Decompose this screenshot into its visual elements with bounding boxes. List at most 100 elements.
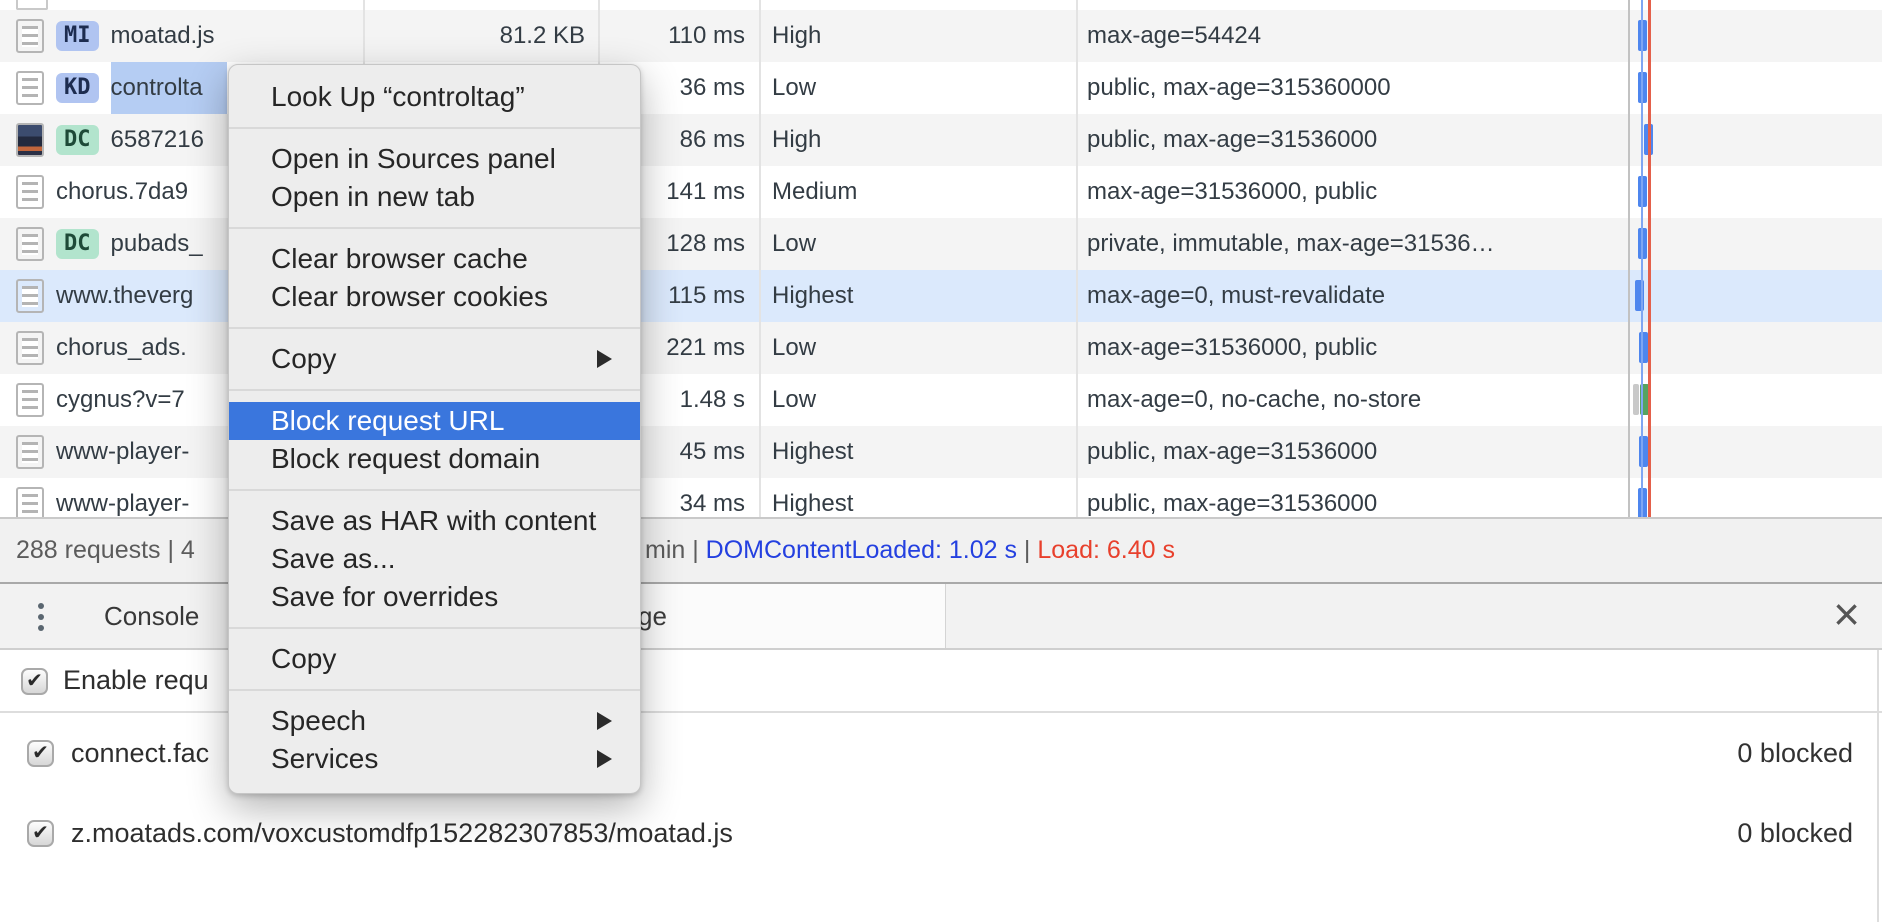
domcontentloaded-marker-line [1641,0,1643,517]
request-name: controlta [111,62,227,114]
summary-separator: | [1017,536,1037,564]
enable-request-blocking-checkbox[interactable]: ✔ [21,668,48,695]
close-drawer-icon[interactable]: × [1833,584,1860,648]
request-name: www-player- [56,478,189,517]
menu-item-save-as-har-with-content[interactable]: Save as HAR with content [229,502,640,540]
request-cache-control: public, max-age=315360000 [1087,62,1617,114]
submenu-arrow-icon [597,712,612,730]
request-priority: Medium [772,166,857,218]
waterfall-waiting-bar [1633,384,1639,415]
menu-item-block-request-url[interactable]: Block request URL [229,402,640,440]
script-file-icon [16,71,44,105]
request-name: chorus_ads. [56,322,187,374]
requests-summary-text: 288 requests | 4 [16,519,195,582]
waterfall-column-divider[interactable] [1628,0,1630,517]
script-file-icon [16,331,44,365]
blocked-pattern-row[interactable]: ✔ z.moatads.com/voxcustomdfp152282307853/… [0,793,1882,873]
script-file-icon [16,175,44,209]
blocked-count: 0 blocked [1737,793,1853,873]
product-badge: DC [56,125,99,155]
blocked-pattern-url: z.moatads.com/voxcustomdfp152282307853/m… [71,793,733,873]
request-cache-control: public, max-age=31536000 [1087,426,1617,478]
menu-separator [229,127,640,129]
request-priority: High [772,114,821,166]
blocked-pattern-checkbox[interactable]: ✔ [27,740,54,767]
blocked-pattern-url: connect.fac [71,713,209,793]
request-priority: Highest [772,426,853,478]
request-cache-control: public, max-age=31536000 [1087,114,1617,166]
menu-separator [229,489,640,491]
menu-separator [229,389,640,391]
request-priority: High [772,10,821,62]
menu-item-services[interactable]: Services [229,740,640,778]
request-cache-control: max-age=31536000, public [1087,166,1617,218]
load-time: Load: 6.40 s [1037,536,1175,564]
request-cache-control: max-age=31536000, public [1087,322,1617,374]
script-file-icon [16,383,44,417]
document-icon [16,0,48,10]
menu-item-speech[interactable]: Speech [229,702,640,740]
menu-item-open-in-sources-panel[interactable]: Open in Sources panel [229,140,640,178]
finish-time-fragment: min | [645,536,706,564]
menu-item-open-in-new-tab[interactable]: Open in new tab [229,178,640,216]
submenu-arrow-icon [597,750,612,768]
partial-row-above [0,0,1882,10]
menu-item-save-for-overrides[interactable]: Save for overrides [229,578,640,616]
menu-item-look-up-controltag[interactable]: Look Up “controltag” [229,78,640,116]
blocked-count: 0 blocked [1737,713,1853,793]
tab-console[interactable]: Console [96,584,207,648]
column-divider[interactable] [759,0,761,517]
column-divider[interactable] [1076,0,1078,517]
request-priority: Low [772,62,816,114]
request-name: pubads_ [111,218,203,270]
devtools-window: MI moatad.js 81.2 KB 110 ms High max-age=5442… [0,0,1882,922]
product-badge: DC [56,229,99,259]
request-name: moatad.js [111,10,215,62]
menu-item-save-as[interactable]: Save as... [229,540,640,578]
menu-item-copy[interactable]: Copy [229,340,640,378]
image-preview-icon [16,123,44,157]
menu-item-copy[interactable]: Copy [229,640,640,678]
script-file-icon [16,487,44,517]
script-file-icon [16,279,44,313]
submenu-arrow-icon [597,350,612,368]
panel-right-border [1877,650,1879,922]
menu-item-clear-browser-cookies[interactable]: Clear browser cookies [229,278,640,316]
request-cache-control: max-age=0, must-revalidate [1087,270,1617,322]
menu-item-clear-browser-cache[interactable]: Clear browser cache [229,240,640,278]
request-cache-control: max-age=54424 [1087,10,1617,62]
context-menu: Look Up “controltag” Open in Sources pane… [228,64,641,794]
request-cache-control: max-age=0, no-cache, no-store [1087,374,1617,426]
request-priority: Highest [772,270,853,322]
request-size: 81.2 KB [400,10,585,62]
load-event-marker-line [1648,0,1651,517]
script-file-icon [16,435,44,469]
product-badge: KD [56,73,99,103]
script-file-icon [16,227,44,261]
enable-request-blocking-label: Enable requ [63,650,209,711]
request-priority: Highest [772,478,853,517]
menu-separator [229,227,640,229]
menu-item-block-request-domain[interactable]: Block request domain [229,440,640,478]
network-request-row[interactable]: MI moatad.js 81.2 KB 110 ms High max-age=5442… [0,10,1882,62]
domcontentloaded-time: DOMContentLoaded: 1.02 s [706,536,1017,564]
request-name: www-player- [56,426,189,478]
request-cache-control: public, max-age=31536000 [1087,478,1617,517]
drawer-menu-icon[interactable] [38,603,44,609]
request-priority: Low [772,374,816,426]
request-name: cygnus?v=7 [56,374,185,426]
request-priority: Low [772,322,816,374]
request-cache-control: private, immutable, max-age=31536… [1087,218,1617,270]
product-badge: MI [56,21,99,51]
menu-separator [229,327,640,329]
tab-request-blocking-partial-label[interactable]: ge [638,584,667,648]
request-name: chorus.7da9 [56,166,188,218]
request-name: www.theverg [56,270,193,322]
blocked-pattern-checkbox[interactable]: ✔ [27,820,54,847]
menu-separator [229,689,640,691]
menu-separator [229,627,640,629]
script-file-icon [16,19,44,53]
request-time: 110 ms [600,10,745,62]
request-name: 6587216 [111,114,204,166]
request-name-cell[interactable]: MI moatad.js [0,10,363,62]
